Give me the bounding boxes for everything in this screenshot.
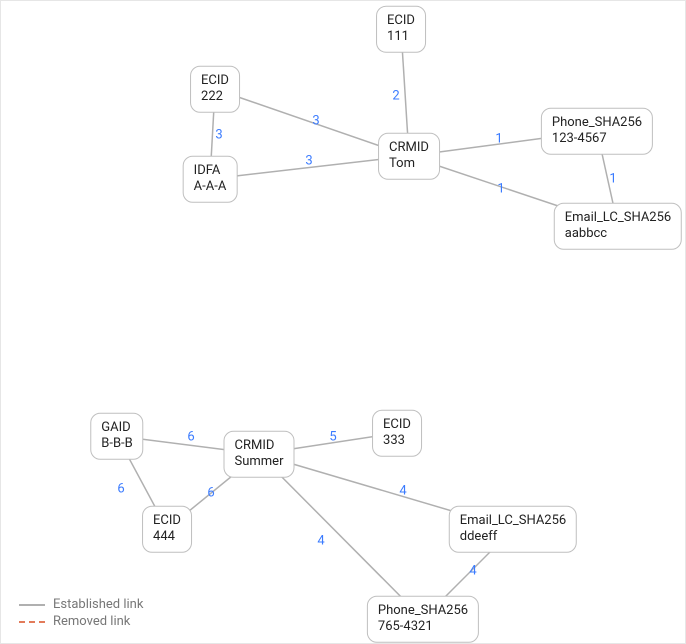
node-type-label: Phone_SHA256 [552, 115, 642, 131]
node-value-label: 444 [153, 529, 181, 545]
node-value-label: A-A-A [194, 179, 227, 195]
node-type-label: Email_LC_SHA256 [565, 210, 671, 226]
edge-label: 3 [305, 154, 312, 169]
node-value-label: ddeeff [460, 529, 566, 545]
node-value-label: B-B-B [101, 436, 132, 452]
legend-label-removed: Removed link [53, 614, 130, 629]
node-value-label: 123-4567 [552, 131, 642, 147]
node-ecid333[interactable]: ECID333 [372, 410, 422, 457]
legend-swatch-established [19, 604, 45, 606]
edge-label: 2 [392, 89, 399, 104]
legend-removed: Removed link [19, 614, 143, 629]
node-idfa[interactable]: IDFAA-A-A [183, 156, 238, 203]
node-value-label: 111 [387, 29, 415, 45]
links-layer [1, 1, 686, 644]
edge-label: 6 [187, 430, 194, 445]
node-ecid111[interactable]: ECID111 [376, 6, 426, 53]
edge-label: 1 [495, 132, 502, 147]
edge-label: 1 [497, 182, 504, 197]
legend: Established link Removed link [19, 595, 143, 629]
node-ecid222[interactable]: ECID222 [190, 66, 240, 113]
node-ecid444[interactable]: ECID444 [142, 506, 192, 553]
edge-label: 4 [399, 484, 406, 499]
node-type-label: ECID [153, 513, 181, 529]
node-type-label: CRMID [389, 140, 429, 156]
node-type-label: IDFA [194, 163, 227, 179]
edge-label: 4 [469, 564, 476, 579]
node-value-label: 222 [201, 89, 229, 105]
legend-swatch-removed [19, 621, 45, 623]
node-crmidSum[interactable]: CRMIDSummer [224, 431, 295, 478]
node-value-label: 333 [383, 433, 411, 449]
edge-label: 3 [215, 128, 222, 143]
node-type-label: ECID [387, 13, 415, 29]
edge-label: 1 [609, 172, 616, 187]
edge-label: 6 [117, 482, 124, 497]
graph-canvas: ECID111ECID222CRMIDTomPhone_SHA256123-45… [0, 0, 686, 644]
edge-label: 4 [317, 534, 324, 549]
node-value-label: Summer [235, 454, 284, 470]
node-value-label: aabbcc [565, 226, 671, 242]
legend-established: Established link [19, 597, 143, 612]
node-value-label: 765-4321 [378, 619, 468, 635]
node-gaid[interactable]: GAIDB-B-B [90, 413, 143, 460]
node-type-label: CRMID [235, 438, 284, 454]
node-type-label: ECID [383, 417, 411, 433]
node-emailTom[interactable]: Email_LC_SHA256aabbcc [554, 203, 682, 250]
edge-label: 3 [312, 114, 319, 129]
node-value-label: Tom [389, 156, 429, 172]
edge-label: 6 [207, 486, 214, 501]
edge-label: 5 [329, 430, 336, 445]
edge-crmidSum-phoneSum [259, 454, 423, 619]
node-type-label: Email_LC_SHA256 [460, 513, 566, 529]
node-phoneSum[interactable]: Phone_SHA256765-4321 [367, 596, 479, 643]
legend-label-established: Established link [53, 597, 143, 612]
node-type-label: Phone_SHA256 [378, 603, 468, 619]
node-type-label: ECID [201, 73, 229, 89]
node-emailSum[interactable]: Email_LC_SHA256ddeeff [449, 506, 577, 553]
node-phoneTom[interactable]: Phone_SHA256123-4567 [541, 108, 653, 155]
node-crmidTom[interactable]: CRMIDTom [378, 133, 440, 180]
node-type-label: GAID [101, 420, 132, 436]
